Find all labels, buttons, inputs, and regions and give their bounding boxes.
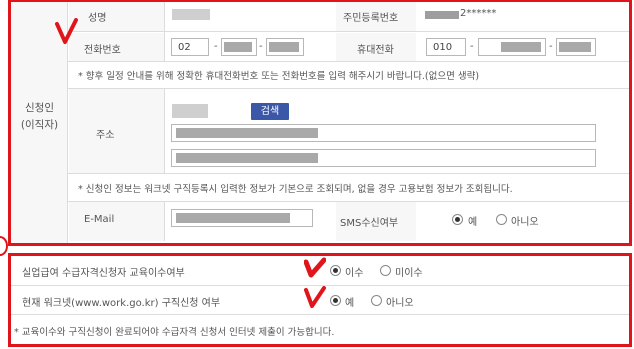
mobile-separator: - — [549, 41, 553, 52]
row-divider — [68, 31, 629, 32]
edu-no-label: 미이수 — [395, 268, 423, 279]
col-divider — [164, 2, 165, 61]
email-label: E-Mail — [84, 214, 115, 225]
phone-last-input[interactable] — [266, 38, 304, 56]
red-checkmark-icon — [55, 18, 78, 44]
job-no-radio[interactable] — [371, 295, 382, 306]
edu-yes-label: 이수 — [345, 268, 364, 279]
name-value-masked — [172, 9, 210, 20]
postcode-masked[interactable] — [172, 104, 208, 118]
rrn-masked — [425, 11, 459, 19]
row-divider — [11, 314, 629, 315]
address-label: 주소 — [96, 130, 115, 141]
mobile-prefix-input[interactable]: 010 — [426, 38, 466, 56]
phone-separator: - — [214, 41, 218, 52]
rrn-label: 주민등록번호 — [343, 13, 399, 24]
sms-no-radio[interactable] — [496, 214, 507, 225]
applicant-info-note: * 신청인 정보는 워크넷 구직등록시 입력한 정보가 기본으로 조회되며, 없… — [78, 184, 513, 195]
row-divider — [68, 61, 629, 62]
phone-note: * 향후 일정 안내를 위해 정확한 휴대전화번호 또는 전화번호를 입력 해주… — [78, 71, 480, 82]
sms-no-label: 아니오 — [511, 217, 539, 228]
edu-question: 실업급여 수급자격신청자 교육이수여부 — [22, 268, 185, 279]
name-label-cell — [69, 2, 164, 31]
edu-yes-radio[interactable] — [330, 265, 341, 276]
address-line1-input[interactable] — [171, 124, 596, 142]
mobile-label: 휴대전화 — [357, 45, 394, 56]
phone-middle-input[interactable] — [221, 38, 257, 56]
name-label: 성명 — [88, 13, 107, 24]
job-yes-radio[interactable] — [330, 295, 341, 306]
sms-yes-label: 예 — [468, 217, 478, 228]
applicant-section-label: 신청인 (이직자) — [20, 102, 59, 131]
phone-prefix-input[interactable]: 02 — [171, 38, 209, 56]
mobile-middle-input[interactable] — [478, 38, 546, 56]
edu-no-radio[interactable] — [380, 265, 391, 276]
row-divider — [68, 201, 629, 202]
sms-label: SMS수신여부 — [340, 218, 399, 229]
job-no-label: 아니오 — [386, 298, 414, 309]
col-divider — [164, 201, 165, 241]
address-search-button[interactable]: 검색 — [251, 103, 289, 120]
row-divider — [68, 88, 629, 89]
mobile-separator: - — [470, 41, 474, 52]
phone-label: 전화번호 — [84, 45, 121, 56]
job-question: 현재 워크넷(www.work.go.kr) 구직신청 여부 — [22, 298, 221, 309]
row-divider — [68, 173, 629, 174]
col-divider — [164, 88, 165, 173]
job-yes-label: 예 — [345, 298, 355, 309]
mobile-last-input[interactable] — [556, 38, 596, 56]
footer-note: * 교육이수와 구직신청이 완료되어야 수급자격 신청서 인터넷 제출이 가능합… — [14, 327, 335, 338]
rrn-suffix: 2****** — [460, 8, 497, 19]
circle-annotation — [0, 236, 8, 256]
address-line2-input[interactable] — [171, 149, 596, 167]
email-input[interactable] — [171, 209, 313, 227]
phone-separator: - — [259, 41, 263, 52]
sms-yes-radio[interactable] — [452, 214, 463, 225]
red-checkmark-icon — [304, 257, 326, 278]
red-checkmark-icon — [304, 286, 326, 308]
address-label-cell — [69, 88, 164, 173]
